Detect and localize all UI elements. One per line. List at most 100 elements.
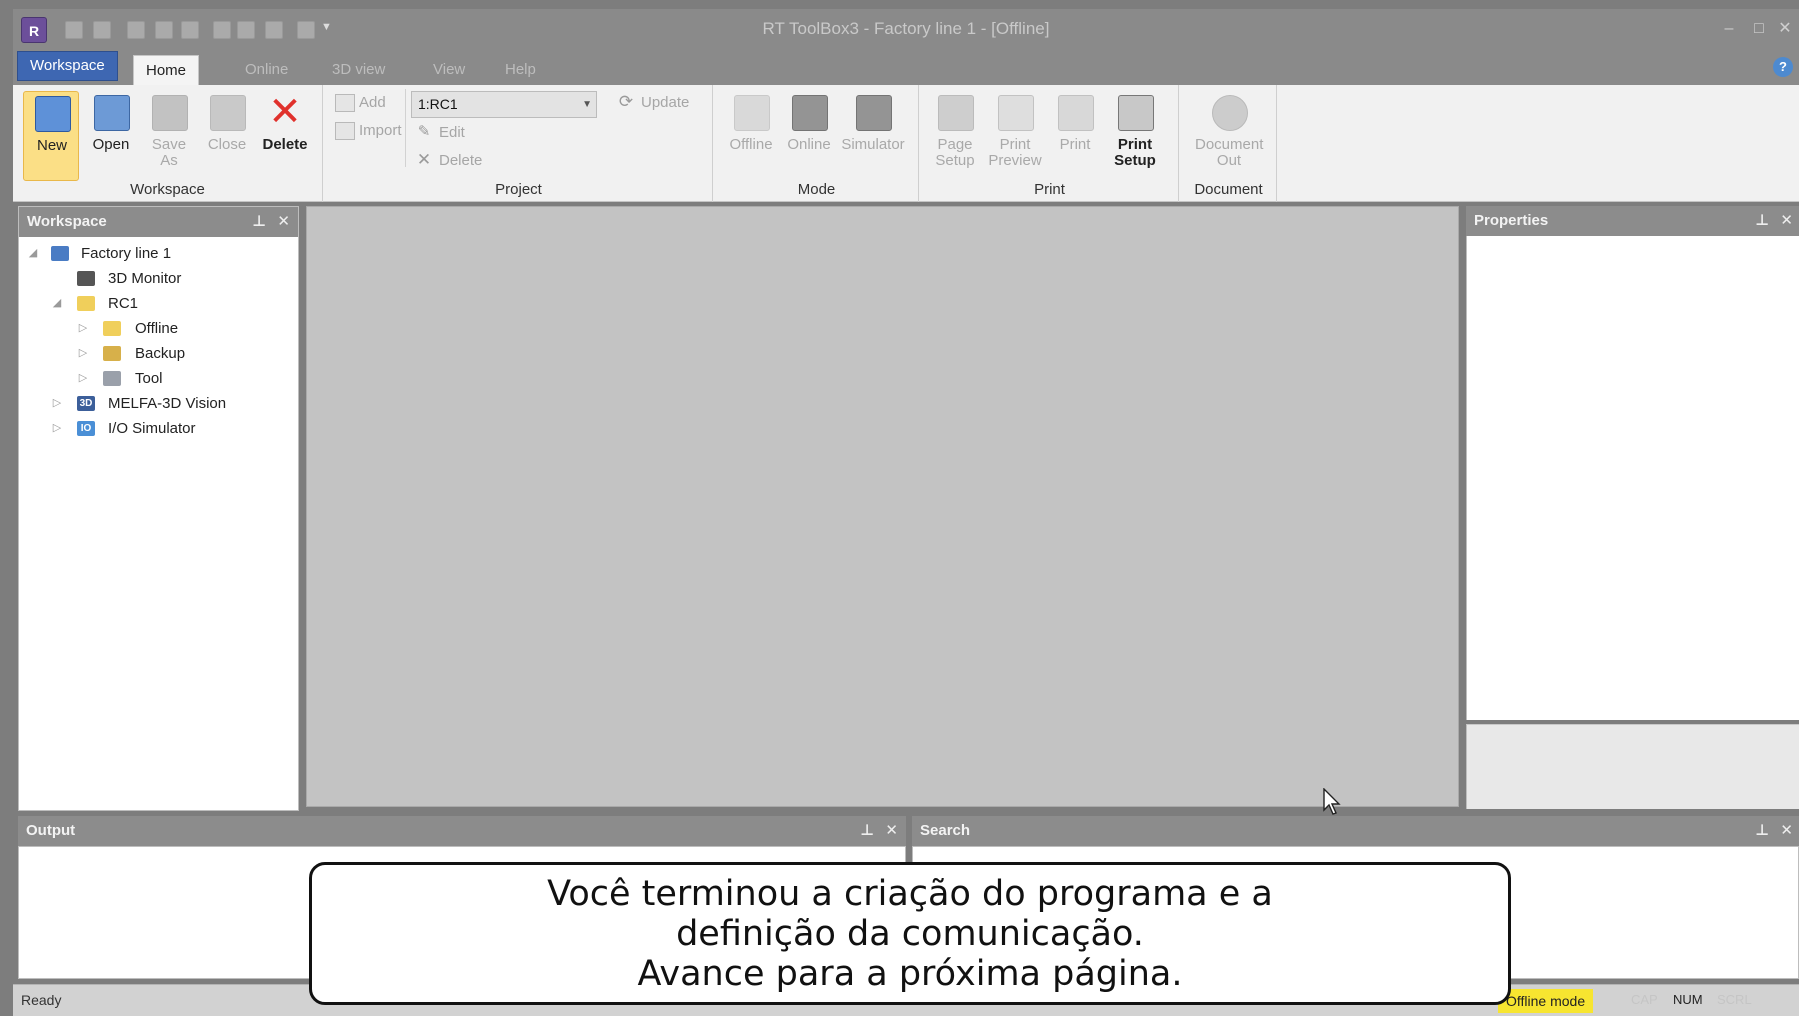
update-button[interactable]: ⟳ Update: [615, 91, 690, 115]
add-icon: [335, 94, 355, 112]
import-icon: [335, 122, 355, 140]
expand-icon[interactable]: ▷: [77, 366, 89, 391]
tab-3d-view[interactable]: 3D view: [320, 55, 397, 85]
tutorial-caption: Você terminou a criação do programa e a …: [309, 862, 1511, 1005]
ribbon-group-print: Page Setup Print Preview Print Print Set…: [921, 85, 1179, 202]
delete-workspace-button[interactable]: ✕ Delete: [257, 91, 313, 181]
chevron-down-icon: ▼: [582, 99, 592, 110]
print-preview-button[interactable]: Print Preview: [987, 91, 1043, 181]
caption-line: definição da comunicação.: [676, 914, 1144, 954]
document-out-button[interactable]: Document Out: [1195, 91, 1263, 181]
ribbon: New Open Save As Close ✕ Delete Workspac…: [13, 85, 1799, 202]
caption-line: Avance para a próxima página.: [637, 954, 1183, 994]
open-button[interactable]: Open: [83, 91, 139, 181]
document-area[interactable]: [306, 206, 1459, 807]
backup-icon: [103, 346, 121, 361]
ribbon-group-document: Document Out Document: [1181, 85, 1277, 202]
close-icon[interactable]: ✕: [277, 207, 290, 237]
page-setup-icon: [938, 95, 974, 131]
print-button[interactable]: Print: [1047, 91, 1103, 181]
tree-item-factory-line[interactable]: ◢ Factory line 1: [19, 241, 298, 266]
save-as-button[interactable]: Save As: [141, 91, 197, 181]
ribbon-group-label: Document: [1194, 181, 1263, 198]
pencil-icon: ✎: [417, 123, 431, 140]
tab-help[interactable]: Help: [493, 55, 548, 85]
ribbon-group-mode: Offline Online Simulator Mode: [715, 85, 919, 202]
tree-item-melfa-3d-vision[interactable]: ▷ 3D MELFA-3D Vision: [19, 391, 298, 416]
tree-item-3d-monitor[interactable]: 3D Monitor: [19, 266, 298, 291]
workspace-panel-title: Workspace ⊥ ✕: [19, 207, 298, 237]
expand-icon[interactable]: ▷: [77, 316, 89, 341]
3d-vision-icon: 3D: [77, 396, 95, 411]
delete-project-button[interactable]: ✕ Delete: [413, 149, 482, 173]
divider: [405, 89, 406, 167]
delete-x-icon: ✕: [268, 90, 302, 134]
num-lock-indicator: NUM: [1673, 992, 1703, 1007]
mouse-cursor-icon: [1323, 788, 1341, 815]
tree-item-offline[interactable]: ▷ Offline: [19, 316, 298, 341]
close-window-button[interactable]: ✕: [1773, 18, 1797, 40]
expand-icon[interactable]: ▷: [51, 391, 63, 416]
pin-icon[interactable]: ⊥: [252, 207, 266, 237]
ribbon-group-label: Print: [1034, 181, 1065, 198]
offline-mode-button[interactable]: Offline: [723, 91, 779, 181]
offline-icon: [734, 95, 770, 131]
ribbon-group-project: Add Import 1:RC1 ▼ ⟳ Update ✎ Edit ✕ Delete…: [325, 85, 713, 202]
tree-item-tool[interactable]: ▷ Tool: [19, 366, 298, 391]
document-disc-icon: [1212, 95, 1248, 131]
tree-item-rc1[interactable]: ◢ RC1: [19, 291, 298, 316]
tab-home[interactable]: Home: [133, 55, 200, 85]
printer-icon: [1058, 95, 1094, 131]
delete-x-icon: ✕: [416, 150, 432, 169]
title-bar: R ▼ RT ToolBox3 - Factory line 1 - [Offl…: [13, 9, 1799, 51]
close-icon[interactable]: ✕: [885, 816, 898, 846]
caption-line: Você terminou a criação do programa e a: [547, 874, 1273, 914]
open-folder-icon: [94, 95, 130, 131]
collapse-icon[interactable]: ◢: [27, 241, 39, 266]
minimize-button[interactable]: –: [1717, 18, 1741, 40]
expand-icon[interactable]: ▷: [51, 416, 63, 441]
window-title: RT ToolBox3 - Factory line 1 - [Offline]: [762, 19, 1050, 38]
scroll-lock-indicator: SCRL: [1717, 992, 1752, 1007]
folder-icon: [103, 321, 121, 336]
magnifier-icon: [998, 95, 1034, 131]
help-icon[interactable]: ?: [1773, 57, 1793, 77]
pin-icon[interactable]: ⊥: [860, 816, 874, 846]
add-project-button[interactable]: Add: [333, 91, 386, 115]
properties-description: [1466, 724, 1799, 809]
import-project-button[interactable]: Import: [333, 119, 402, 143]
properties-grid[interactable]: [1466, 236, 1799, 720]
expand-icon[interactable]: ▷: [77, 341, 89, 366]
close-icon[interactable]: ✕: [1780, 816, 1793, 846]
output-panel-title: Output ⊥ ✕: [18, 816, 906, 846]
new-button[interactable]: New: [23, 91, 79, 181]
project-select[interactable]: 1:RC1 ▼: [411, 91, 597, 118]
tree-item-io-simulator[interactable]: ▷ IO I/O Simulator: [19, 416, 298, 441]
simulator-mode-button[interactable]: Simulator: [841, 91, 905, 181]
save-disk-icon: [152, 95, 188, 131]
refresh-icon: ⟳: [618, 92, 634, 111]
close-icon[interactable]: ✕: [1780, 206, 1793, 236]
maximize-button[interactable]: □: [1747, 18, 1771, 40]
page-setup-button[interactable]: Page Setup: [927, 91, 983, 181]
pin-icon[interactable]: ⊥: [1755, 206, 1769, 236]
workspace-icon: [51, 246, 69, 261]
search-panel-title: Search ⊥ ✕: [912, 816, 1799, 846]
monitor-icon: [77, 271, 95, 286]
properties-panel-title: Properties ⊥ ✕: [1466, 206, 1799, 236]
ribbon-group-label: Mode: [797, 181, 836, 198]
edit-project-button[interactable]: ✎ Edit: [413, 121, 465, 145]
close-workspace-icon: [210, 95, 246, 131]
ribbon-group-workspace: New Open Save As Close ✕ Delete Workspac…: [13, 85, 323, 202]
tab-workspace[interactable]: Workspace: [17, 51, 118, 81]
ribbon-group-label: Workspace: [130, 181, 205, 198]
collapse-icon[interactable]: ◢: [51, 291, 63, 316]
pin-icon[interactable]: ⊥: [1755, 816, 1769, 846]
ribbon-group-label: Project: [495, 181, 542, 198]
tab-online[interactable]: Online: [233, 55, 300, 85]
online-mode-button[interactable]: Online: [781, 91, 837, 181]
tab-view[interactable]: View: [421, 55, 477, 85]
print-setup-button[interactable]: Print Setup: [1107, 91, 1163, 181]
close-workspace-button[interactable]: Close: [199, 91, 255, 181]
tree-item-backup[interactable]: ▷ Backup: [19, 341, 298, 366]
